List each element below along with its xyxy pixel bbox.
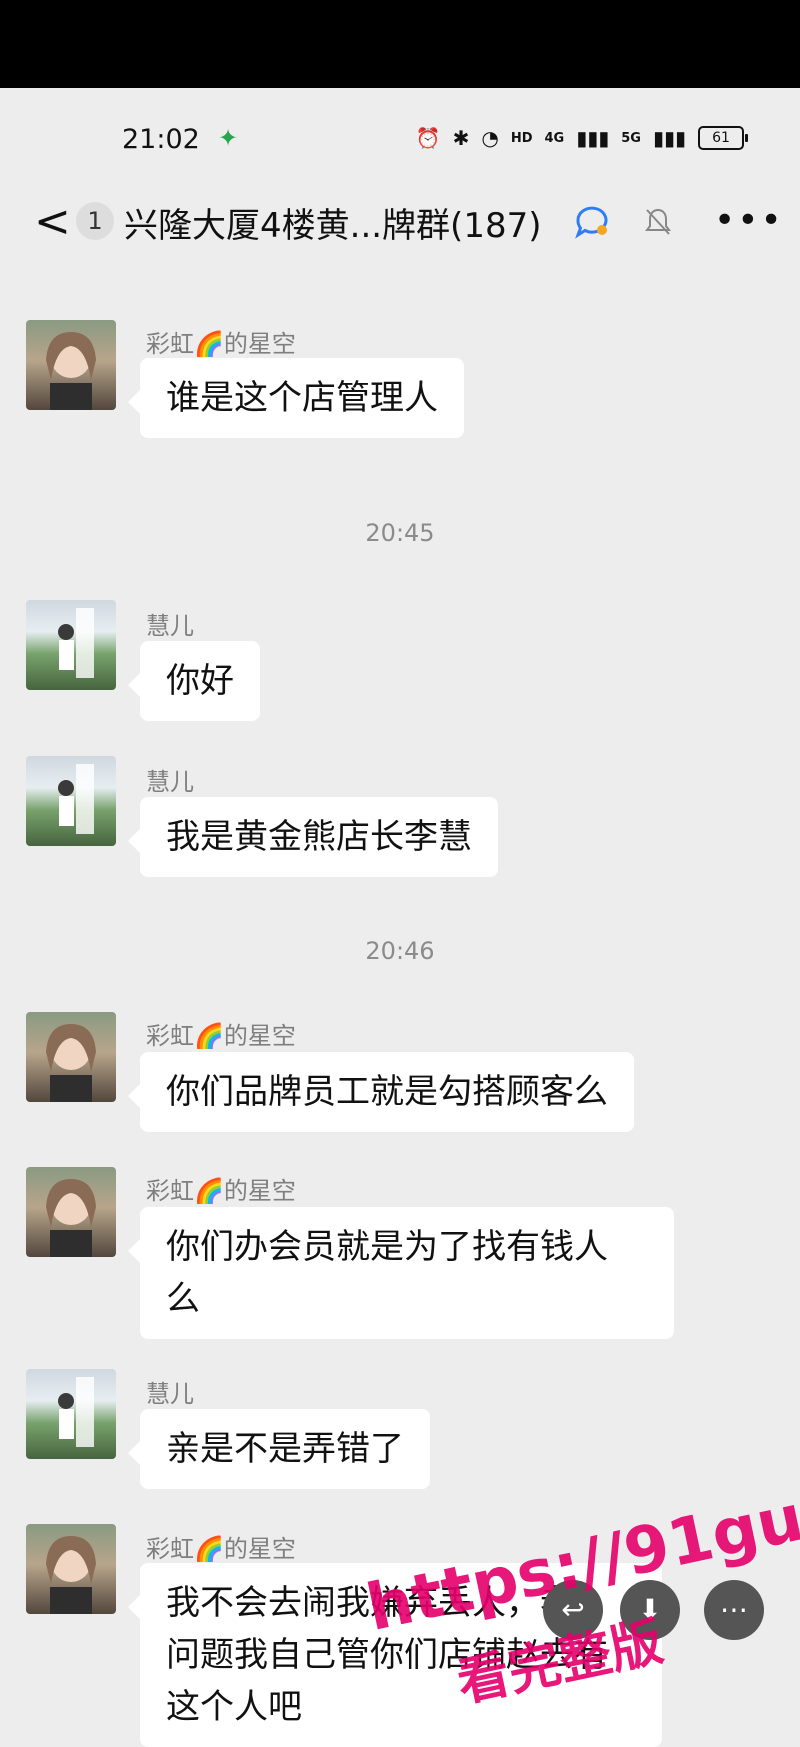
sender-name: 慧儿 <box>146 768 194 796</box>
5g-signal: 5G <box>621 130 641 146</box>
more-options-icon[interactable]: ⋯ <box>704 1580 764 1640</box>
avatar[interactable] <box>26 1369 116 1459</box>
timestamp: 20:46 <box>365 937 435 965</box>
top-black-bar <box>0 0 800 88</box>
status-icons: ⏰ ✱ ◔ HD 4G ▮▮▮ 5G ▮▮▮ 61 <box>415 126 748 150</box>
bluetooth-icon: ✱ <box>452 126 470 150</box>
signal-icon-2: ▮▮▮ <box>652 126 686 150</box>
carrier-icon: ✦ <box>218 124 239 152</box>
4g-signal: 4G <box>544 130 565 146</box>
sender-name: 彩虹🌈的星空 <box>146 1535 296 1563</box>
sender-name: 慧儿 <box>146 1380 194 1408</box>
more-options-icon[interactable]: ••• <box>714 203 784 239</box>
wifi-icon: ◔ <box>481 126 499 150</box>
message-bubble[interactable]: 你们办会员就是为了找有钱人 么 <box>128 1207 674 1339</box>
back-button[interactable]: < <box>34 200 71 244</box>
mute-bell-icon[interactable] <box>643 206 673 238</box>
chat-bubble-icon[interactable] <box>574 202 612 240</box>
avatar[interactable] <box>26 1524 116 1614</box>
avatar[interactable] <box>26 600 116 690</box>
signal-icon: ▮▮▮ <box>576 126 610 150</box>
avatar[interactable] <box>26 1012 116 1102</box>
sender-name: 彩虹🌈的星空 <box>146 1022 296 1050</box>
unread-badge: 1 <box>76 202 114 240</box>
message-bubble[interactable]: 我是黄金熊店长李慧 <box>128 797 498 877</box>
status-time: 21:02 <box>122 124 200 155</box>
message-bubble[interactable]: 亲是不是弄错了 <box>128 1409 430 1489</box>
message-bubble[interactable]: 你好 <box>128 641 260 721</box>
avatar[interactable] <box>26 320 116 410</box>
battery-indicator: 61 <box>698 126 748 150</box>
hd-label: HD <box>510 130 533 146</box>
message-bubble[interactable]: 谁是这个店管理人 <box>128 358 464 438</box>
timestamp: 20:45 <box>365 519 435 547</box>
avatar[interactable] <box>26 1167 116 1257</box>
message-bubble[interactable]: 你们品牌员工就是勾搭顾客么 <box>128 1052 634 1132</box>
sender-name: 慧儿 <box>146 612 194 640</box>
sender-name: 彩虹🌈的星空 <box>146 1177 296 1205</box>
alarm-icon: ⏰ <box>415 126 441 150</box>
avatar[interactable] <box>26 756 116 846</box>
chat-title: 兴隆大厦4楼黄...牌群(187) <box>124 206 542 246</box>
sender-name: 彩虹🌈的星空 <box>146 330 296 358</box>
